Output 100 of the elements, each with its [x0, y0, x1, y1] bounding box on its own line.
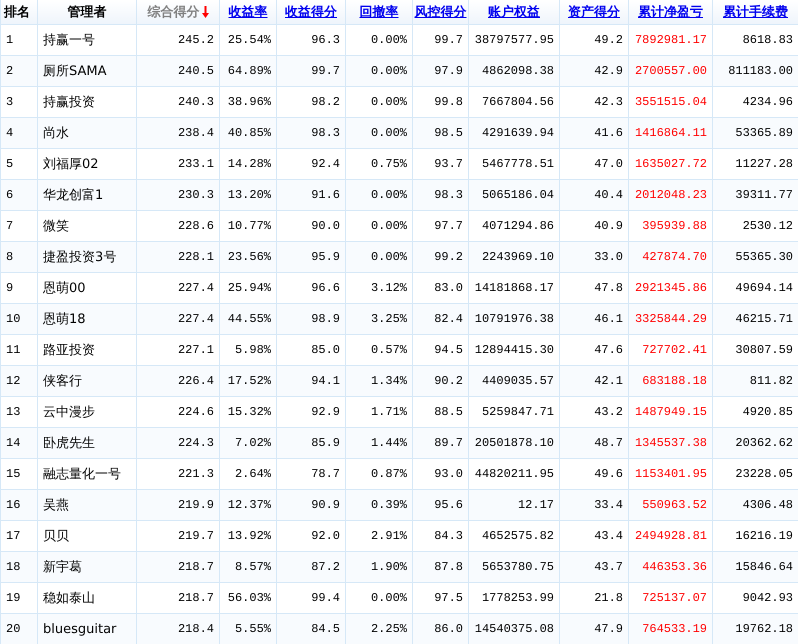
table-cell: 7.02% [234, 436, 271, 450]
table-cell: 1.90% [370, 560, 407, 574]
table-cell: 40.85% [228, 126, 271, 140]
table-cell: 11 [6, 343, 20, 357]
table-cell: 30807.59 [735, 343, 793, 357]
table-cell-text: 侠客行 [43, 373, 82, 390]
table-cell: 14181868.17 [474, 281, 554, 295]
table-cell: 46.1 [594, 312, 623, 326]
table-cell: 6 [6, 188, 14, 202]
table-cell: 40.9 [594, 219, 623, 233]
table-cell: 49.6 [594, 467, 623, 481]
table-cell: 94.1 [311, 374, 340, 388]
table-cell: 97.7 [434, 219, 463, 233]
table-cell: 20 [6, 622, 20, 636]
table-cell: bluesguitar [43, 622, 116, 636]
table-cell: 98.2 [311, 95, 340, 109]
table-cell: 1.71% [370, 405, 407, 419]
table-cell: 7667804.56 [482, 95, 554, 109]
table-cell: 3.25% [370, 312, 407, 326]
table-cell: 87.2 [311, 560, 340, 574]
table-cell: 82.4 [434, 312, 463, 326]
table-cell: 0.00% [370, 219, 407, 233]
table-cell: 218.7 [178, 560, 214, 574]
table-cell-text: 厕所SAMA [43, 63, 106, 80]
table-cell: 12.17 [518, 498, 554, 512]
table-cell: 94.5 [434, 343, 463, 357]
table-cell: 811.82 [750, 374, 793, 388]
table-cell: 47.8 [594, 281, 623, 295]
table-cell: 0.00% [370, 188, 407, 202]
table-cell: 44.55% [228, 312, 271, 326]
table-cell: 55365.30 [735, 250, 793, 264]
table-cell: 240.5 [178, 64, 214, 78]
table-cell: 3.12% [370, 281, 407, 295]
table-cell: 5.98% [234, 343, 271, 357]
table-cell: 218.7 [178, 591, 214, 605]
table-cell-text: 恩萌00 [43, 280, 86, 297]
table-cell: 38.96% [228, 95, 271, 109]
table-cell: 83.0 [434, 281, 463, 295]
table-cell: 2.64% [234, 467, 271, 481]
table-cell: 227.4 [178, 312, 214, 326]
table-cell: 5 [6, 157, 14, 171]
table-cell: 4920.85 [742, 405, 793, 419]
table-cell: 19762.18 [735, 622, 793, 636]
table-cell: 18 [6, 560, 20, 574]
table-cell-text: 刘福厚02 [43, 156, 99, 173]
table-cell: 78.7 [311, 467, 340, 481]
table-cell: 228.6 [178, 219, 214, 233]
table-cell: 95.6 [434, 498, 463, 512]
table-cell: 44820211.95 [474, 467, 554, 481]
table-cell: 224.6 [178, 405, 214, 419]
table-cell: 17.52% [228, 374, 271, 388]
table-cell: 85.0 [311, 343, 340, 357]
table-cell: 88.5 [434, 405, 463, 419]
down-arrow-icon [202, 6, 208, 18]
table-cell: 86.0 [434, 622, 463, 636]
table-cell-text: 恩萌18 [43, 311, 86, 328]
table-cell: 42.1 [594, 374, 623, 388]
table-cell: 227.1 [178, 343, 214, 357]
table-cell: 227.4 [178, 281, 214, 295]
table-cell: 98.5 [434, 126, 463, 140]
table-cell: 39311.77 [735, 188, 793, 202]
table-cell: 23228.05 [735, 467, 793, 481]
table-cell: 10.77% [228, 219, 271, 233]
table-cell: 0.00% [370, 64, 407, 78]
table-cell: 0.57% [370, 343, 407, 357]
table-cell: 221.3 [178, 467, 214, 481]
table-cell: 1487949.15 [634, 405, 707, 419]
table-cell: 9042.93 [742, 591, 793, 605]
table-cell: 8.57% [234, 560, 271, 574]
table-cell-text: 吴燕 [43, 497, 69, 514]
table-cell: 0.87% [370, 467, 407, 481]
table-cell: 2 [6, 64, 14, 78]
table-cell: 20501878.10 [474, 436, 554, 450]
table-cell: 46215.71 [735, 312, 793, 326]
table-cell: 230.3 [178, 188, 214, 202]
table-cell: 3325844.29 [634, 312, 707, 326]
table-cell: 219.7 [178, 529, 214, 543]
table-cell: 5653780.75 [482, 560, 554, 574]
table-cell: 11227.28 [735, 157, 793, 171]
table-cell: 92.0 [311, 529, 340, 543]
table-cell: 47.6 [594, 343, 623, 357]
table-cell: 21.8 [594, 591, 623, 605]
table-cell: 33.4 [594, 498, 623, 512]
table-cell: 0.00% [370, 126, 407, 140]
table-cell: 42.3 [594, 95, 623, 109]
table-cell: 49.2 [594, 33, 623, 47]
table-cell: 99.7 [434, 33, 463, 47]
table-cell: 764533.19 [642, 622, 707, 636]
table-cell: 1 [6, 33, 14, 47]
table-cell: 4652575.82 [482, 529, 554, 543]
table-cell: 12.37% [228, 498, 271, 512]
table-cell: 5.55% [234, 622, 271, 636]
table-cell: 90.9 [311, 498, 340, 512]
table-cell: 1635027.72 [634, 157, 707, 171]
table-cell: 33.0 [594, 250, 623, 264]
table-cell-text: 持赢一号 [43, 32, 95, 49]
table-cell: 1.34% [370, 374, 407, 388]
table-cell: 2.91% [370, 529, 407, 543]
table-cell: 98.3 [434, 188, 463, 202]
table-cell: 2012048.23 [634, 188, 707, 202]
